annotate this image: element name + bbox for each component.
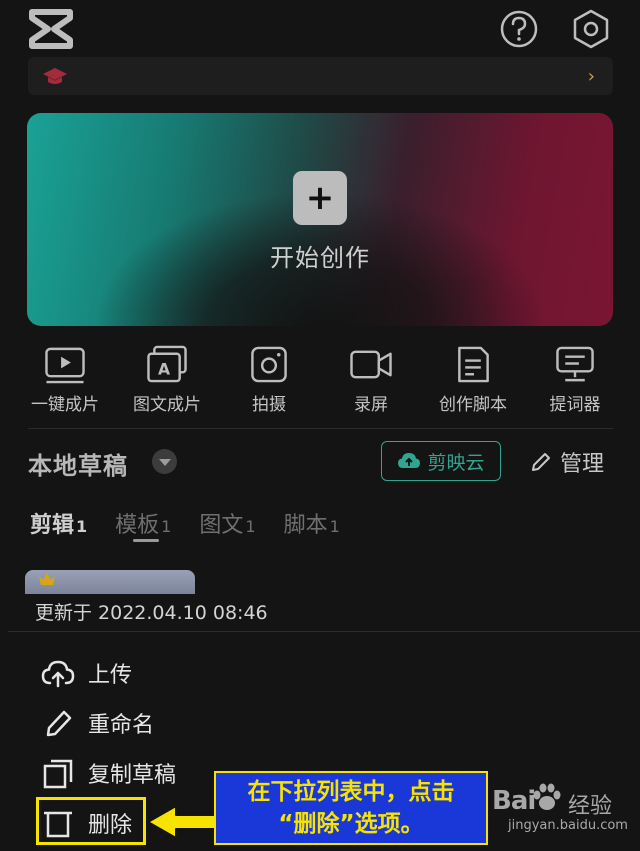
dropdown-caret-icon[interactable] <box>152 449 177 474</box>
manage-button[interactable]: 管理 <box>530 446 604 478</box>
tab-label: 图文 <box>199 513 244 538</box>
tab-label: 剪辑 <box>30 513 75 538</box>
promo-banner[interactable]: › <box>28 57 613 95</box>
watermark-brand-suffix: 经验 <box>568 794 613 819</box>
tool-label: 图文成片 <box>133 395 201 415</box>
cloud-upload-icon <box>41 660 75 688</box>
menu-rename-label: 重命名 <box>88 713 155 738</box>
tab-edit[interactable]: 剪辑 1 <box>30 507 87 539</box>
plus-icon[interactable]: + <box>293 171 347 225</box>
tool-label: 拍摄 <box>252 395 286 415</box>
crown-badge-icon <box>39 573 55 585</box>
menu-upload-label: 上传 <box>88 663 133 688</box>
capcut-cloud-button[interactable]: 剪映云 <box>381 441 501 481</box>
settings-icon[interactable] <box>570 8 612 50</box>
help-icon[interactable] <box>498 8 540 50</box>
draft-updated-time: 更新于 2022.04.10 08:46 <box>35 602 268 624</box>
tool-label: 录屏 <box>354 395 388 415</box>
play-video-icon <box>45 347 85 384</box>
tool-one-click[interactable]: 一键成片 <box>14 345 116 415</box>
pointer-arrow-icon <box>147 805 217 839</box>
tab-count: 1 <box>76 517 88 536</box>
image-text-icon: A <box>147 345 187 383</box>
menu-copy-label: 复制草稿 <box>88 763 177 788</box>
teleprompter-icon <box>556 346 594 382</box>
note-line-2: “删除”选项。 <box>278 811 424 837</box>
watermark-url: jingyan.baidu.com <box>508 818 628 833</box>
tab-label: 模板 <box>115 513 160 538</box>
svg-text:A: A <box>158 360 170 378</box>
draft-tabs: 剪辑 1 模板 1 图文 1 脚本 1 <box>30 507 368 539</box>
watermark-brand: Bai <box>492 786 536 816</box>
cloud-upload-icon <box>398 453 421 468</box>
divider <box>28 428 613 429</box>
tool-label: 创作脚本 <box>439 395 507 415</box>
tab-count: 1 <box>245 517 256 536</box>
edit-pencil-icon <box>532 453 550 471</box>
tab-image-text[interactable]: 图文 1 <box>199 507 255 539</box>
tool-script[interactable]: 创作脚本 <box>422 345 524 415</box>
menu-copy-draft[interactable]: 复制草稿 <box>40 757 176 789</box>
graduation-cap-icon <box>43 68 67 84</box>
instruction-note: 在下拉列表中，点击 “删除”选项。 <box>214 771 488 845</box>
note-line-1: 在下拉列表中，点击 <box>247 779 455 805</box>
screen-record-icon <box>350 350 392 379</box>
chevron-right-icon: › <box>587 66 595 87</box>
tab-template[interactable]: 模板 1 <box>115 507 171 539</box>
menu-upload[interactable]: 上传 <box>40 657 132 689</box>
paw-logo-icon <box>533 783 561 810</box>
tool-teleprompter[interactable]: 提词器 <box>524 345 626 415</box>
tab-count: 1 <box>161 517 172 536</box>
tab-count: 1 <box>329 517 340 536</box>
tool-image-text[interactable]: A 图文成片 <box>116 345 218 415</box>
manage-label: 管理 <box>560 452 605 477</box>
tool-label: 提词器 <box>549 395 601 415</box>
script-icon <box>458 346 489 383</box>
menu-rename[interactable]: 重命名 <box>40 707 154 739</box>
cloud-button-label: 剪映云 <box>427 451 485 474</box>
tool-shoot[interactable]: 拍摄 <box>218 345 320 415</box>
capcut-logo-icon <box>29 9 73 49</box>
pencil-icon <box>46 710 72 737</box>
tool-label: 一键成片 <box>31 395 99 415</box>
start-creating-label: 开始创作 <box>270 244 370 272</box>
baidu-watermark: Bai 经验 jingyan.baidu.com <box>492 782 637 840</box>
local-drafts-title[interactable]: 本地草稿 <box>28 446 128 481</box>
tab-script[interactable]: 脚本 1 <box>284 507 340 539</box>
tools-row: 一键成片 A 图文成片 拍摄 录屏 创作脚本 提词器 <box>14 345 626 415</box>
highlight-box <box>36 797 146 845</box>
tool-screen-record[interactable]: 录屏 <box>320 345 422 415</box>
copy-icon <box>43 759 73 789</box>
tab-indicator <box>133 539 159 542</box>
tab-label: 脚本 <box>283 513 328 538</box>
camera-icon <box>251 346 287 383</box>
top-bar <box>0 0 640 60</box>
